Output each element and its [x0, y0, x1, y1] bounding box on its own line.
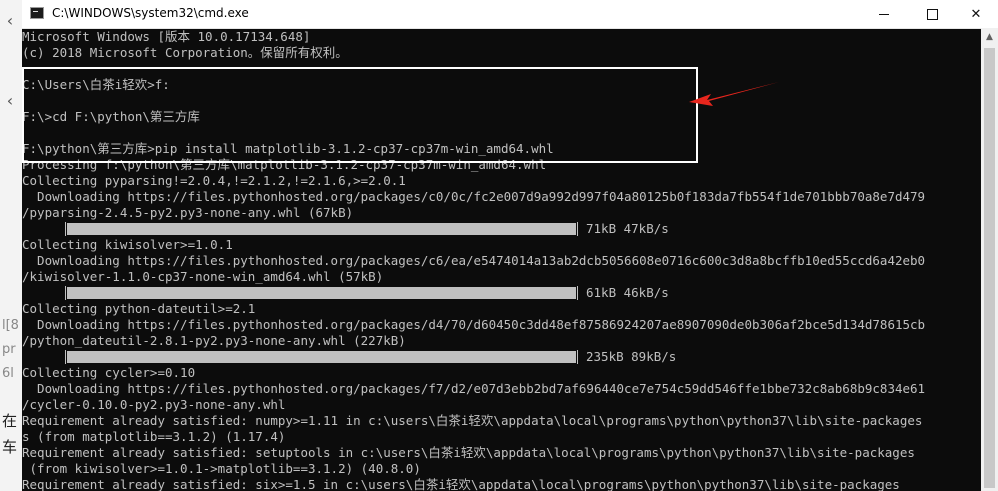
window-title: C:\WINDOWS\system32\cmd.exe	[52, 6, 249, 20]
console-line: Processing f:\python\第三方库\matplotlib-3.1…	[22, 157, 547, 172]
progress-bar-edge	[577, 350, 578, 364]
console-line: Microsoft Windows [版本 10.0.17134.648]	[22, 29, 311, 44]
progress-bar-edge	[65, 350, 66, 364]
console-line: /pyparsing-2.4.5-py2.py3-none-any.whl (6…	[22, 205, 354, 220]
scroll-up-arrow-icon[interactable]: ▲	[981, 28, 998, 45]
console-output[interactable]: Microsoft Windows [版本 10.0.17134.648] (c)…	[22, 29, 998, 491]
background-text-fragment: 在	[2, 412, 18, 430]
console-app-icon	[30, 7, 44, 19]
console-line: (from kiwisolver>=1.0.1->matplotlib==3.1…	[22, 461, 421, 476]
console-line: Downloading https://files.pythonhosted.o…	[22, 381, 926, 396]
background-text-fragment: l[8	[2, 318, 19, 333]
progress-bar-edge	[577, 222, 578, 236]
console-line: /python_dateutil-2.8.1-py2.py3-none-any.…	[22, 333, 406, 348]
progress-stats: 61kB 46kB/s	[586, 285, 669, 300]
back-arrow-icon[interactable]: ‹	[2, 12, 18, 30]
background-text-fragment: 6l	[2, 366, 14, 381]
progress-bar-edge	[65, 222, 66, 236]
download-progress-bar: 71kB 47kB/s	[65, 221, 669, 237]
console-line: Downloading https://files.pythonhosted.o…	[22, 189, 926, 204]
back-arrow-icon[interactable]: ‹	[2, 92, 18, 110]
console-line: F:\python\第三方库>pip install matplotlib-3.…	[22, 141, 554, 156]
console-line: Downloading https://files.pythonhosted.o…	[22, 317, 926, 332]
red-arrow-annotation	[689, 82, 779, 106]
title-bar[interactable]: C:\WINDOWS\system32\cmd.exe ✕	[22, 0, 998, 29]
console-line: Requirement already satisfied: setuptool…	[22, 445, 915, 460]
console-line: Collecting pyparsing!=2.0.4,!=2.1.2,!=2.…	[22, 173, 406, 188]
minimize-button[interactable]	[862, 0, 906, 28]
console-line: Collecting python-dateutil>=2.1	[22, 301, 256, 316]
download-progress-bar: 61kB 46kB/s	[65, 285, 669, 301]
close-button[interactable]: ✕	[954, 0, 998, 28]
cmd-window: C:\WINDOWS\system32\cmd.exe ✕ Microsoft …	[22, 0, 998, 491]
vertical-scrollbar[interactable]: ▲	[981, 28, 998, 491]
background-app-strip: ‹ ‹ l[8 pr 6l 在 车	[0, 0, 22, 491]
console-line: F:\>cd F:\python\第三方库	[22, 109, 200, 124]
background-text-fragment: 车	[2, 438, 18, 456]
console-line: (c) 2018 Microsoft Corporation。保留所有权利。	[22, 45, 348, 60]
background-text-fragment: pr	[2, 342, 16, 357]
scrollbar-thumb[interactable]	[984, 48, 995, 488]
progress-bar-fill	[67, 223, 576, 235]
maximize-icon	[926, 8, 938, 20]
console-line: Collecting kiwisolver>=1.0.1	[22, 237, 233, 252]
progress-stats: 71kB 47kB/s	[586, 221, 669, 236]
maximize-button[interactable]	[910, 0, 954, 28]
console-line: /kiwisolver-1.1.0-cp37-none-win_amd64.wh…	[22, 269, 384, 284]
console-line: Requirement already satisfied: six>=1.5 …	[22, 477, 900, 491]
progress-bar-fill	[67, 351, 576, 363]
console-line: /cycler-0.10.0-py2.py3-none-any.whl	[22, 397, 286, 412]
console-line: s (from matplotlib==3.1.2) (1.17.4)	[22, 429, 286, 444]
progress-bar-edge	[65, 286, 66, 300]
progress-stats: 235kB 89kB/s	[586, 349, 677, 364]
minimize-icon	[879, 13, 889, 15]
console-line: Downloading https://files.pythonhosted.o…	[22, 253, 926, 268]
console-line: Requirement already satisfied: numpy>=1.…	[22, 413, 923, 428]
download-progress-bar: 235kB 89kB/s	[65, 349, 676, 365]
console-line: C:\Users\白茶i轻欢>f:	[22, 77, 170, 92]
progress-bar-edge	[577, 286, 578, 300]
progress-bar-fill	[67, 287, 576, 299]
close-icon: ✕	[970, 6, 982, 22]
console-line: Collecting cycler>=0.10	[22, 365, 196, 380]
